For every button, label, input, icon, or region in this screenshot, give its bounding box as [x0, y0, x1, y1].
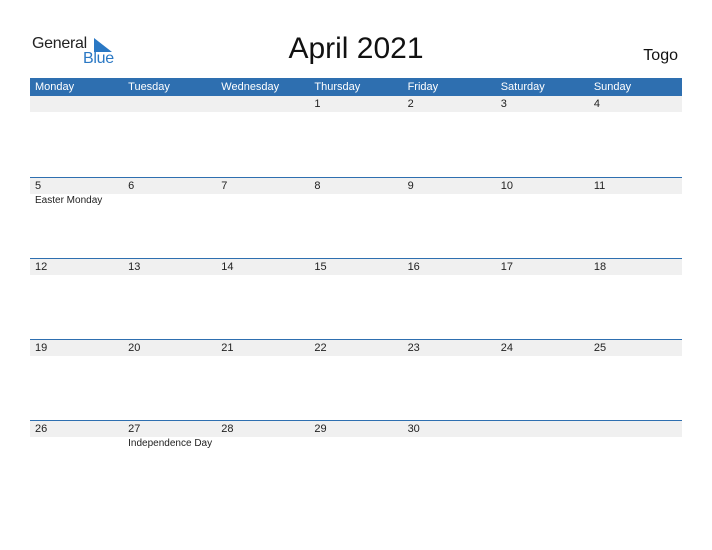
- week-row: 5 Easter Monday 6 7 8 9 10 11: [30, 177, 682, 258]
- week-row: 1 2 3 4: [30, 96, 682, 177]
- day-cell: 20: [123, 340, 216, 356]
- country-label: Togo: [643, 47, 678, 64]
- day-number: 13: [128, 261, 141, 273]
- day-cell: 24: [496, 340, 589, 356]
- weekday-monday: Monday: [35, 81, 75, 93]
- day-number: [30, 96, 123, 112]
- day-cell: 12: [30, 259, 123, 275]
- day-number: [496, 421, 589, 437]
- weekday-thursday: Thursday: [314, 81, 361, 93]
- holiday-label: Easter Monday: [35, 195, 103, 206]
- day-cell: 5 Easter Monday: [30, 178, 123, 206]
- day-cell: [589, 421, 682, 437]
- day-cell: 14: [216, 259, 309, 275]
- day-number-strip: 5 Easter Monday 6 7 8 9 10 11: [30, 178, 682, 206]
- day-number: 24: [500, 342, 513, 354]
- day-cell: 18: [589, 259, 682, 275]
- weekday-friday: Friday: [407, 81, 439, 93]
- day-number: 19: [35, 342, 48, 354]
- day-cell: 23: [403, 340, 496, 356]
- day-number: 25: [593, 342, 607, 354]
- day-number: 28: [221, 423, 234, 435]
- day-cell: 22: [309, 340, 402, 356]
- day-number-strip: 19 20 21 22 23 24 25: [30, 340, 682, 356]
- day-number: 8: [314, 180, 321, 192]
- weekday-saturday: Saturday: [500, 81, 545, 93]
- weekday-header: Monday Tuesday Wednesday Thursday Friday…: [30, 78, 682, 96]
- day-cell: 8: [309, 178, 402, 194]
- day-number-strip: 12 13 14 15 16 17 18: [30, 259, 682, 275]
- day-number: [216, 96, 309, 112]
- day-number: 11: [593, 180, 606, 192]
- day-number: 20: [128, 342, 141, 354]
- week-row: 19 20 21 22 23 24 25: [30, 339, 682, 420]
- day-cell: 10: [496, 178, 589, 194]
- calendar-title: April 2021: [288, 32, 424, 65]
- day-number: 18: [593, 261, 607, 273]
- weekday-wednesday: Wednesday: [221, 81, 280, 93]
- day-number: 2: [407, 98, 414, 110]
- day-number: 29: [314, 423, 327, 435]
- day-cell: 30: [403, 421, 496, 437]
- day-cell: 17: [496, 259, 589, 275]
- day-number: [589, 421, 682, 437]
- day-cell: 15: [309, 259, 402, 275]
- calendar-grid: Monday Tuesday Wednesday Thursday Friday…: [30, 78, 682, 501]
- day-cell: 19: [30, 340, 123, 356]
- day-number: 14: [221, 261, 234, 273]
- day-cell: 26: [30, 421, 123, 437]
- day-cell: [30, 96, 123, 112]
- week-row: 12 13 14 15 16 17 18: [30, 258, 682, 339]
- day-cell: 16: [403, 259, 496, 275]
- day-number: 5: [35, 180, 42, 192]
- day-cell: [216, 96, 309, 112]
- day-cell: 4: [589, 96, 682, 112]
- day-number: 7: [221, 180, 228, 192]
- day-number-strip: 26 27 Independence Day 28 29 30: [30, 421, 682, 449]
- day-cell: 9: [403, 178, 496, 194]
- day-number: 26: [35, 423, 48, 435]
- day-number-strip: 1 2 3 4: [30, 96, 682, 112]
- day-number: 3: [500, 98, 507, 110]
- day-cell: [496, 421, 589, 437]
- weekday-sunday: Sunday: [593, 81, 632, 93]
- day-number: 21: [221, 342, 234, 354]
- day-number: 22: [314, 342, 327, 354]
- day-cell: 21: [216, 340, 309, 356]
- holiday-label: Independence Day: [128, 438, 213, 449]
- day-number: 9: [407, 180, 414, 192]
- weekday-tuesday: Tuesday: [128, 81, 170, 93]
- day-number: 6: [128, 180, 135, 192]
- day-cell: 25: [589, 340, 682, 356]
- day-cell: 6: [123, 178, 216, 194]
- day-number: 10: [500, 180, 513, 192]
- day-cell: 29: [309, 421, 402, 437]
- day-number: 12: [35, 261, 48, 273]
- day-number: 15: [314, 261, 327, 273]
- day-number: 30: [407, 423, 420, 435]
- day-number: [123, 96, 216, 112]
- day-number: 17: [500, 261, 513, 273]
- week-row: 26 27 Independence Day 28 29 30: [30, 420, 682, 501]
- day-cell: 3: [496, 96, 589, 112]
- day-number: 4: [593, 98, 600, 110]
- day-cell: 11: [589, 178, 682, 194]
- day-number: 27: [128, 423, 141, 435]
- day-number: 16: [407, 261, 420, 273]
- day-cell: 7: [216, 178, 309, 194]
- day-cell: 1: [309, 96, 402, 112]
- day-cell: 28: [216, 421, 309, 437]
- day-cell: [123, 96, 216, 112]
- day-number: 23: [407, 342, 420, 354]
- day-number: 1: [314, 98, 321, 110]
- day-cell: 2: [403, 96, 496, 112]
- day-cell: 27 Independence Day: [123, 421, 216, 449]
- day-cell: 13: [123, 259, 216, 275]
